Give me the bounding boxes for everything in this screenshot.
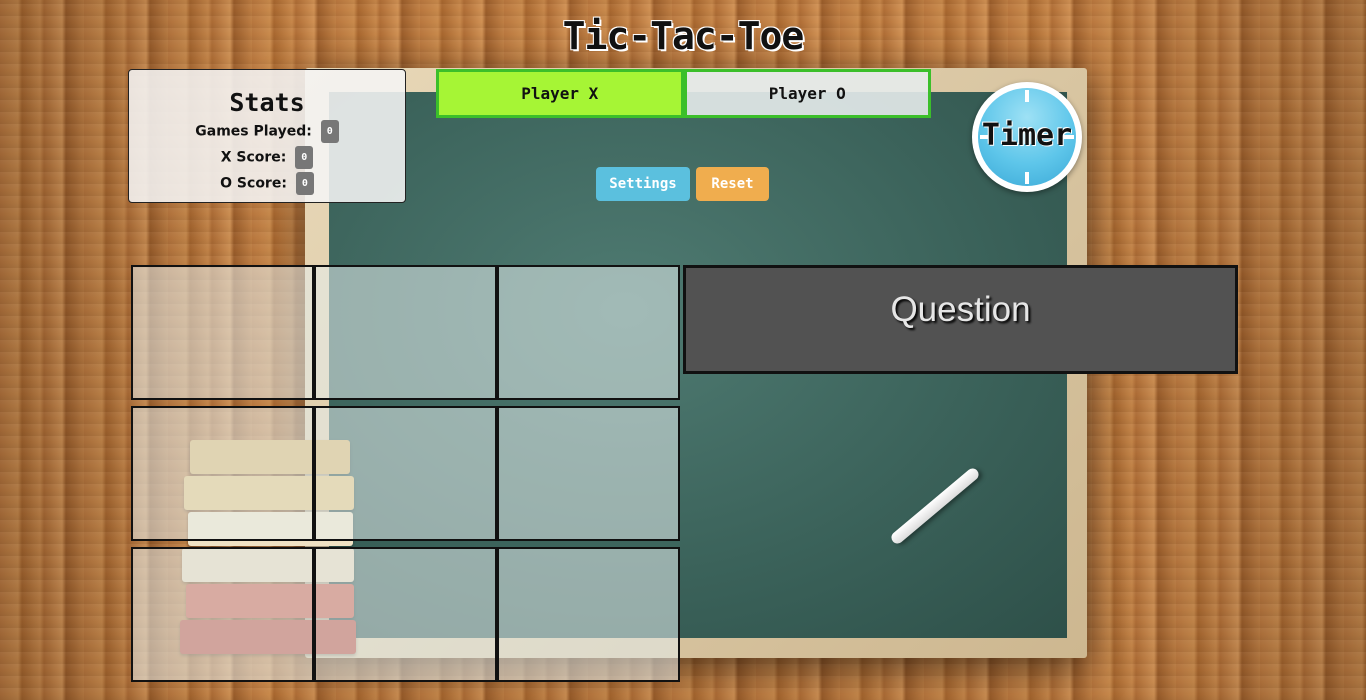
board-cell-9[interactable]: [497, 547, 680, 682]
reset-button[interactable]: Reset: [696, 167, 769, 201]
timer-clock[interactable]: Timer: [972, 82, 1082, 192]
stats-heading: Stats: [229, 88, 305, 117]
page-title: Tic-Tac-Toe: [562, 14, 805, 58]
player-o-tab[interactable]: Player O: [683, 69, 931, 118]
o-score-row: O Score: 0: [129, 172, 405, 195]
board-cell-1[interactable]: [131, 265, 314, 400]
board-cell-5[interactable]: [314, 406, 497, 541]
question-panel: Question: [683, 265, 1238, 374]
games-played-label: Games Played:: [195, 123, 312, 140]
player-x-tab[interactable]: Player X: [436, 69, 684, 118]
x-score-badge: 0: [295, 146, 314, 169]
o-score-label: O Score:: [220, 175, 287, 192]
board-cell-2[interactable]: [314, 265, 497, 400]
board-cell-8[interactable]: [314, 547, 497, 682]
games-played-row: Games Played: 0: [129, 120, 405, 143]
board-cell-4[interactable]: [131, 406, 314, 541]
clock-tick: [1025, 90, 1029, 102]
game-board: [131, 265, 681, 682]
question-text: Question: [890, 290, 1031, 329]
settings-button[interactable]: Settings: [596, 167, 690, 201]
timer-label: Timer: [981, 118, 1073, 153]
o-score-badge: 0: [295, 172, 314, 195]
board-cell-6[interactable]: [497, 406, 680, 541]
games-played-badge: 0: [320, 120, 339, 143]
player-tabs: Player X Player O: [436, 69, 931, 118]
x-score-row: X Score: 0: [129, 146, 405, 169]
board-cell-7[interactable]: [131, 547, 314, 682]
action-buttons: Settings Reset: [596, 167, 769, 201]
stats-panel: Stats Games Played: 0 X Score: 0 O Score…: [128, 69, 406, 203]
board-cell-3[interactable]: [497, 265, 680, 400]
x-score-label: X Score:: [220, 149, 287, 166]
clock-tick: [1025, 172, 1029, 184]
